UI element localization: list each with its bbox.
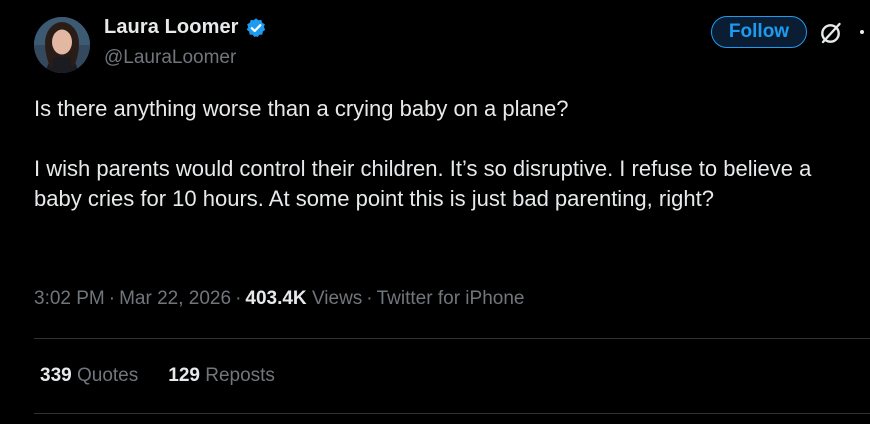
separator-dot: · [235, 288, 242, 309]
avatar[interactable] [34, 17, 90, 73]
tweet-text: Is there anything worse than a crying ba… [34, 94, 854, 214]
author-handle[interactable]: @LauraLoomer [104, 47, 236, 69]
reposts-count: 129 [168, 365, 200, 386]
divider [34, 338, 870, 339]
separator-dot: · [366, 288, 373, 309]
tweet-time[interactable]: 3:02 PM [34, 288, 105, 309]
author-name-row: Laura Loomer [104, 16, 267, 39]
avatar-image [34, 17, 90, 73]
tweet-paragraph: I wish parents would control their child… [34, 156, 812, 211]
author-display-name[interactable]: Laura Loomer [104, 16, 239, 39]
tweet: Laura Loomer @LauraLoomer Follow Is ther… [0, 0, 870, 424]
quotes-count: 339 [40, 365, 72, 386]
reposts-label: Reposts [205, 365, 275, 386]
views-count: 403.4K [245, 288, 307, 309]
divider [34, 413, 870, 414]
quotes-label: Quotes [76, 365, 139, 386]
verified-badge-icon [245, 17, 267, 39]
views-label: Views [311, 288, 363, 309]
quotes-stat[interactable]: 339 Quotes [40, 365, 138, 387]
separator-dot: · [108, 288, 116, 309]
tweet-metadata: 3:02 PM · Mar 22, 2026 · 403.4K Views · Twitte… [34, 288, 524, 310]
more-icon[interactable] [860, 30, 864, 34]
grok-icon[interactable] [818, 20, 844, 46]
tweet-paragraph: Is there anything worse than a crying ba… [34, 96, 569, 121]
follow-button[interactable]: Follow [711, 16, 807, 48]
engagement-stats: 339 Quotes 129 Reposts [40, 365, 275, 387]
tweet-date[interactable]: Mar 22, 2026 [119, 288, 231, 309]
tweet-source: Twitter for iPhone [376, 288, 525, 309]
reposts-stat[interactable]: 129 Reposts [168, 365, 275, 387]
